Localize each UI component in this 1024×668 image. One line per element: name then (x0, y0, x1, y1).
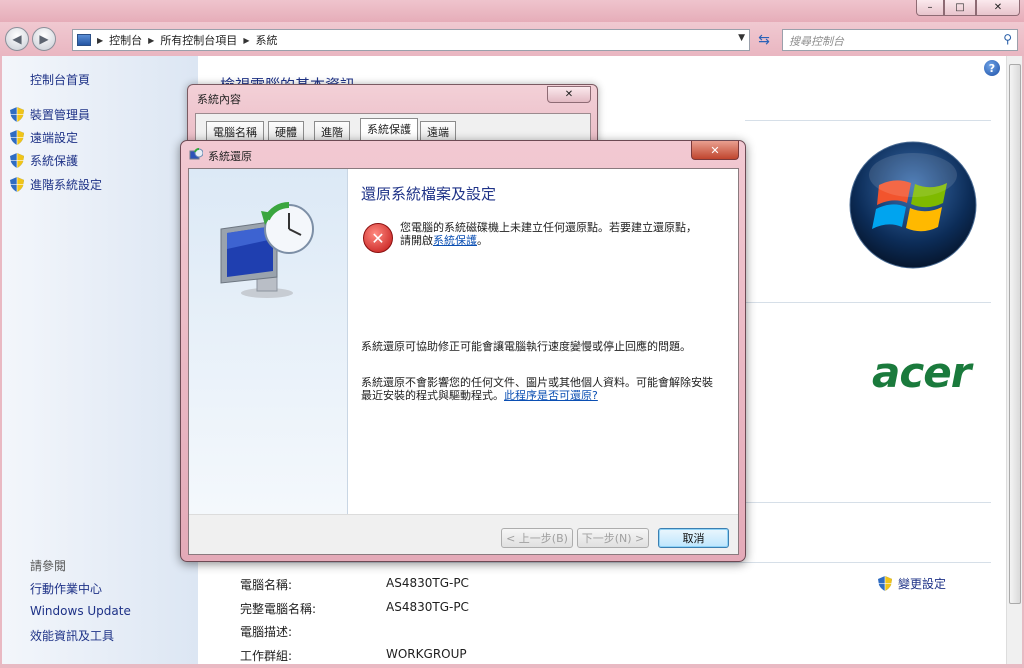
system-restore-dialog: 系統還原 ✕ 還原系統檔案及設定 ✕ 您電腦的系統磁碟機上未建立任何還原點。若要… (180, 140, 746, 562)
divider (745, 502, 991, 503)
refresh-icon[interactable]: ⇆ (752, 29, 776, 51)
control-panel-icon (77, 34, 91, 46)
see-also-heading: 請參閱 (30, 559, 67, 573)
sidebar-item-label: 裝置管理員 (30, 108, 91, 122)
sidebar-item-label: 進階系統設定 (30, 178, 103, 192)
search-placeholder: 搜尋控制台 (789, 35, 844, 48)
next-button[interactable]: 下一步(N) > (577, 528, 649, 548)
maximize-button[interactable]: □ (944, 0, 976, 16)
minimize-button[interactable]: – (916, 0, 944, 16)
sidebar-item-device-manager[interactable]: 裝置管理員 (10, 106, 90, 123)
sidebar-home-link[interactable]: 控制台首頁 (30, 71, 90, 88)
sidebar-item-label: 遠端設定 (30, 131, 79, 145)
uac-shield-icon (10, 107, 24, 122)
back-button[interactable]: < 上一步(B) (501, 528, 573, 548)
divider (745, 120, 991, 121)
window-titlebar: – □ ✕ (0, 0, 1024, 22)
info-label-workgroup: 工作群組: (240, 649, 293, 663)
info-label-computer-name: 電腦名稱: (240, 578, 293, 592)
help-icon[interactable]: ? (984, 60, 1000, 76)
close-window-button[interactable]: ✕ (976, 0, 1020, 16)
address-dropdown-icon[interactable]: ▼ (738, 33, 745, 43)
info-value-computer-name: AS4830TG-PC (386, 576, 469, 590)
description-text: 系統還原可協助修正可能會讓電腦執行速度變慢或停止回應的問題。 (361, 340, 691, 353)
windows-logo-icon (849, 141, 977, 269)
sidebar-item-advanced-settings[interactable]: 進階系統設定 (10, 176, 102, 193)
dialog-title: 系統還原 (208, 150, 252, 163)
dialog-heading: 還原系統檔案及設定 (361, 185, 497, 203)
uac-shield-icon (10, 177, 24, 192)
sidebar-item-remote-settings[interactable]: 遠端設定 (10, 129, 78, 146)
tab-hardware[interactable]: 硬體 (268, 121, 304, 141)
tab-system-protection[interactable]: 系統保護 (360, 118, 418, 142)
tab-remote[interactable]: 遠端 (420, 121, 456, 141)
see-also-performance[interactable]: 效能資訊及工具 (30, 627, 114, 644)
navigation-bar: ◀ ▶ ▶ 控制台 ▶ 所有控制台項目 ▶ 系統 ▼ ⇆ 搜尋控制台 ⚲ (0, 22, 1024, 56)
window-controls: – □ ✕ (916, 0, 1020, 16)
breadcrumb-control-panel[interactable]: 控制台 (109, 32, 142, 48)
tab-computer-name[interactable]: 電腦名稱 (206, 121, 264, 141)
system-restore-icon (189, 148, 203, 160)
error-message: 您電腦的系統磁碟機上未建立任何還原點。若要建立還原點，請開啟系統保護。 (400, 221, 700, 247)
sidebar-item-label: 系統保護 (30, 154, 79, 168)
divider (220, 562, 991, 563)
info-label-full-name: 完整電腦名稱: (240, 602, 317, 616)
scrollbar-thumb[interactable] (1009, 64, 1021, 604)
sidebar-item-system-protection[interactable]: 系統保護 (10, 152, 78, 169)
back-button[interactable]: ◀ (5, 27, 29, 51)
search-icon[interactable]: ⚲ (1003, 32, 1012, 46)
info-label-description: 電腦描述: (240, 625, 293, 639)
breadcrumb-all-items[interactable]: 所有控制台項目 (160, 32, 237, 48)
uac-shield-icon (878, 576, 892, 591)
sidebar: 控制台首頁 裝置管理員 遠端設定 系統保護 進階系統設定 請參閱 行動作業中心 … (2, 56, 198, 664)
change-settings-label: 變更設定 (898, 577, 947, 591)
breadcrumb-arrow-icon: ▶ (97, 35, 104, 45)
breadcrumb-arrow-icon: ▶ (243, 35, 250, 45)
uac-shield-icon (10, 153, 24, 168)
error-icon: ✕ (363, 223, 393, 253)
system-restore-illustration-icon (220, 201, 314, 298)
breadcrumb-system[interactable]: 系統 (255, 32, 277, 48)
description-text: 系統還原不會影響您的任何文件、圖片或其他個人資料。可能會解除安裝最近安裝的程式與… (361, 376, 716, 402)
cancel-button[interactable]: 取消 (658, 528, 729, 548)
address-bar[interactable]: ▶ 控制台 ▶ 所有控制台項目 ▶ 系統 ▼ (72, 29, 750, 51)
info-value-workgroup: WORKGROUP (386, 647, 467, 661)
forward-arrow-icon: ▶ (39, 32, 49, 46)
breadcrumb-arrow-icon: ▶ (148, 35, 155, 45)
system-protection-link[interactable]: 系統保護 (433, 234, 477, 247)
see-also-action-center[interactable]: 行動作業中心 (30, 580, 102, 597)
dialog-side-panel (189, 169, 348, 514)
info-value-full-name: AS4830TG-PC (386, 600, 469, 614)
search-input[interactable]: 搜尋控制台 ⚲ (782, 29, 1018, 51)
dialog-client-area: 還原系統檔案及設定 ✕ 您電腦的系統磁碟機上未建立任何還原點。若要建立還原點，請… (188, 168, 739, 555)
error-text-end: 。 (477, 234, 488, 247)
dialog-title: 系統內容 (197, 93, 241, 106)
back-arrow-icon: ◀ (12, 32, 22, 46)
is-reversible-link[interactable]: 此程序是否可還原? (504, 389, 598, 402)
close-button[interactable]: ✕ (547, 86, 591, 103)
page-title: 檢視電腦的基本資訊 (220, 74, 355, 84)
dialog-footer: < 上一步(B) 下一步(N) > 取消 (189, 514, 738, 554)
uac-shield-icon (10, 130, 24, 145)
see-also-windows-update[interactable]: Windows Update (30, 604, 131, 618)
divider (745, 302, 991, 303)
forward-button[interactable]: ▶ (32, 27, 56, 51)
change-settings-link[interactable]: 變更設定 (878, 575, 946, 592)
tab-advanced[interactable]: 進階 (314, 121, 350, 141)
acer-logo: acer (872, 348, 971, 397)
vertical-scrollbar[interactable] (1006, 56, 1022, 664)
close-button[interactable]: ✕ (691, 141, 739, 160)
